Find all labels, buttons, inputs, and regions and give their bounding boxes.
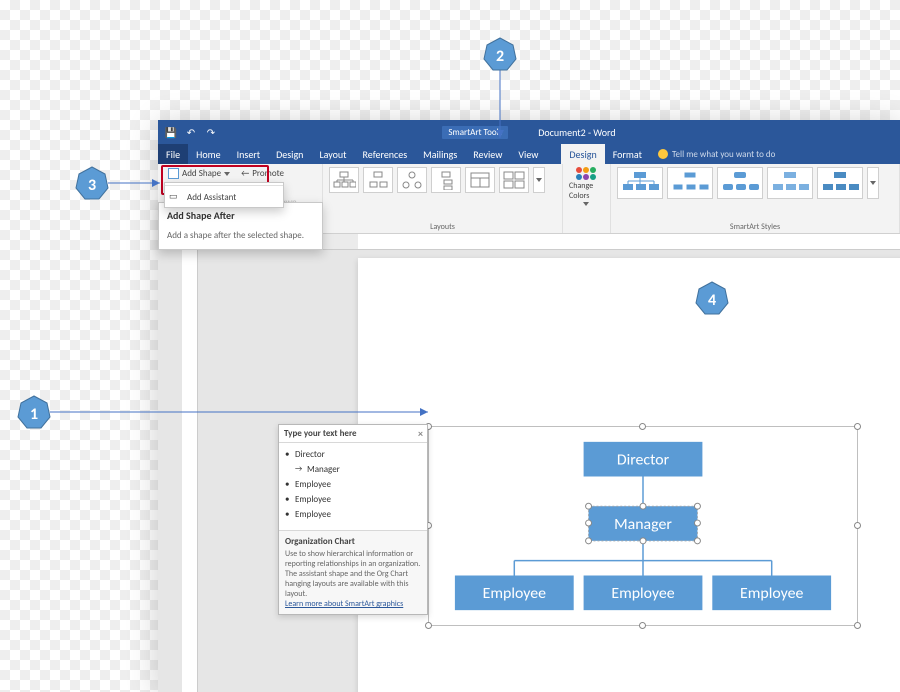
style-thumb[interactable] bbox=[767, 167, 813, 199]
svg-text:3: 3 bbox=[88, 176, 96, 195]
document-area: Type your text here × Director Manager E… bbox=[158, 234, 900, 692]
learn-more-link[interactable]: Learn more about SmartArt graphics bbox=[285, 599, 403, 609]
tooltip-add-shape-after: Add Shape After Add a shape after the se… bbox=[158, 202, 323, 250]
close-icon[interactable]: × bbox=[418, 427, 423, 440]
node-label: Employee bbox=[740, 584, 803, 603]
text-pane-item[interactable]: Director bbox=[285, 447, 421, 462]
layout-thumb[interactable] bbox=[431, 167, 461, 193]
tab-insert[interactable]: Insert bbox=[229, 144, 269, 164]
resize-handle[interactable] bbox=[639, 423, 646, 430]
layout-thumb[interactable] bbox=[397, 167, 427, 193]
contextual-tools-label: SmartArt Tools bbox=[442, 126, 508, 139]
document-title: Document2 - Word bbox=[538, 126, 615, 139]
vertical-ruler[interactable] bbox=[182, 250, 198, 692]
change-colors-button[interactable]: Change Colors bbox=[569, 167, 603, 206]
tab-home[interactable]: Home bbox=[188, 144, 228, 164]
node-label: Employee bbox=[483, 584, 546, 603]
layout-thumb[interactable] bbox=[363, 167, 393, 193]
bulb-icon bbox=[658, 149, 668, 159]
text-pane-list[interactable]: Director Manager Employee Employee Emplo… bbox=[279, 443, 427, 530]
text-pane-header: Type your text here × bbox=[279, 425, 427, 443]
layout-thumb[interactable] bbox=[465, 167, 495, 193]
style-thumb[interactable] bbox=[817, 167, 863, 199]
text-pane-item[interactable]: Employee bbox=[285, 492, 421, 507]
callout-3: 3 bbox=[74, 165, 110, 201]
text-pane-item[interactable]: Manager bbox=[285, 462, 421, 477]
node-label: Director bbox=[617, 450, 670, 469]
menu-add-assistant[interactable]: ▭Add Assistant bbox=[165, 188, 283, 207]
resize-handle[interactable] bbox=[854, 423, 861, 430]
ribbon-group-colors: Change Colors bbox=[563, 164, 611, 233]
ribbon-tabs: File Home Insert Design Layout Reference… bbox=[158, 144, 900, 164]
svg-text:1: 1 bbox=[30, 405, 38, 424]
group-label-layouts: Layouts bbox=[329, 222, 556, 233]
style-thumb[interactable] bbox=[717, 167, 763, 199]
qat-save-icon[interactable]: 💾 bbox=[164, 125, 178, 139]
quick-access-toolbar: 💾 ↶ ↷ bbox=[164, 125, 218, 139]
smartart-canvas[interactable]: Director Manager Employee Employee Emplo… bbox=[428, 426, 858, 626]
callout-2: 2 bbox=[482, 36, 518, 72]
text-pane-description: Organization Chart Use to show hierarchi… bbox=[279, 530, 427, 614]
word-window: 💾 ↶ ↷ SmartArt Tools Document2 - Word Fi… bbox=[158, 120, 900, 692]
tooltip-title: Add Shape After bbox=[167, 209, 314, 222]
resize-handle[interactable] bbox=[425, 622, 432, 629]
smartart-text-pane[interactable]: Type your text here × Director Manager E… bbox=[278, 424, 428, 615]
tab-smartart-design[interactable]: Design bbox=[561, 144, 604, 164]
tab-review[interactable]: Review bbox=[465, 144, 510, 164]
tab-file[interactable]: File bbox=[158, 144, 188, 164]
title-bar: 💾 ↶ ↷ SmartArt Tools Document2 - Word bbox=[158, 120, 900, 144]
add-shape-button[interactable]: Add Shape bbox=[164, 167, 234, 180]
style-thumb[interactable] bbox=[617, 167, 663, 199]
tooltip-body: Add a shape after the selected shape. bbox=[167, 230, 304, 241]
styles-more-button[interactable] bbox=[867, 167, 879, 199]
tab-smartart-format[interactable]: Format bbox=[605, 144, 650, 164]
style-thumb[interactable] bbox=[667, 167, 713, 199]
callout-1: 1 bbox=[16, 394, 52, 430]
tab-layout[interactable]: Layout bbox=[311, 144, 354, 164]
tab-references[interactable]: References bbox=[355, 144, 416, 164]
qat-undo-icon[interactable]: ↶ bbox=[184, 125, 198, 139]
chevron-down-icon bbox=[224, 172, 230, 176]
svg-text:4: 4 bbox=[708, 291, 716, 310]
org-chart: Director Manager Employee Employee Emplo… bbox=[429, 427, 857, 625]
tell-me-search[interactable]: Tell me what you want to do bbox=[650, 144, 900, 164]
add-shape-menu: Add Shape Before Add Shape Above Add Sha… bbox=[164, 182, 284, 208]
text-pane-item[interactable]: Employee bbox=[285, 477, 421, 492]
qat-redo-icon[interactable]: ↷ bbox=[204, 125, 218, 139]
layout-thumb[interactable] bbox=[499, 167, 529, 193]
shape-icon: ▭ bbox=[169, 191, 181, 203]
resize-handle[interactable] bbox=[854, 522, 861, 529]
svg-text:2: 2 bbox=[496, 47, 504, 66]
node-label: Employee bbox=[611, 584, 674, 603]
text-pane-item[interactable]: Employee bbox=[285, 507, 421, 522]
tab-mailings[interactable]: Mailings bbox=[415, 144, 465, 164]
layout-thumb[interactable] bbox=[329, 167, 359, 193]
resize-handle[interactable] bbox=[639, 622, 646, 629]
group-label-styles: SmartArt Styles bbox=[617, 222, 893, 233]
promote-button[interactable]: ←Promote bbox=[237, 167, 288, 180]
ribbon-group-layouts: Layouts bbox=[323, 164, 563, 233]
tab-view[interactable]: View bbox=[510, 144, 546, 164]
callout-4: 4 bbox=[694, 280, 730, 316]
node-label: Manager bbox=[614, 515, 672, 534]
layouts-more-button[interactable] bbox=[533, 167, 545, 193]
tab-design[interactable]: Design bbox=[268, 144, 311, 164]
resize-handle[interactable] bbox=[854, 622, 861, 629]
ribbon-group-styles: SmartArt Styles bbox=[611, 164, 900, 233]
